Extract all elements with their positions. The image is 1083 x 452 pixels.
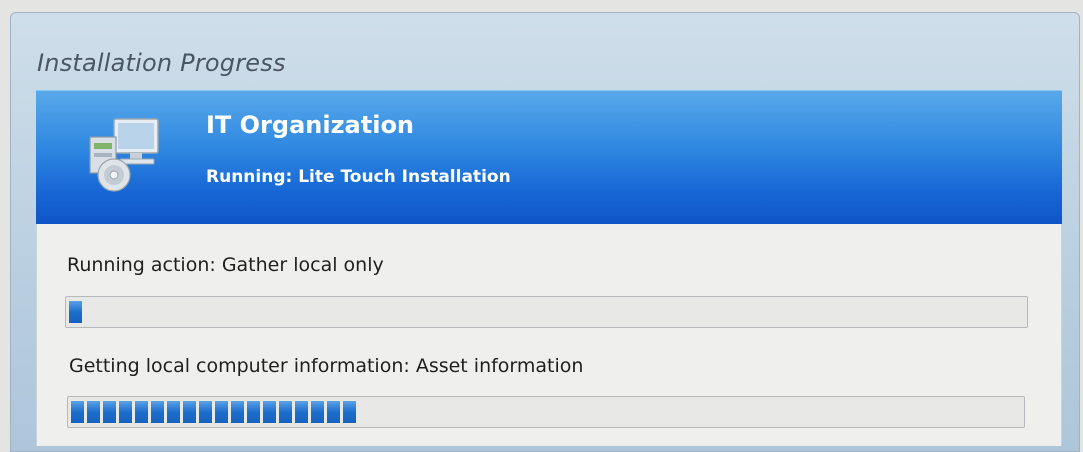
task-progress-bar xyxy=(67,396,1025,428)
progress-segment xyxy=(103,401,116,423)
progress-segment xyxy=(69,301,82,323)
running-action-label: Running action: Gather local only xyxy=(67,254,384,276)
progress-segment xyxy=(71,401,84,423)
progress-segment xyxy=(151,401,164,423)
progress-segment xyxy=(263,401,276,423)
progress-segment xyxy=(119,401,132,423)
progress-segment xyxy=(295,401,308,423)
progress-segment xyxy=(135,401,148,423)
progress-segment xyxy=(327,401,340,423)
progress-segment xyxy=(167,401,180,423)
progress-segment xyxy=(183,401,196,423)
progress-segment xyxy=(87,401,100,423)
organization-title: IT Organization xyxy=(206,111,415,139)
progress-panel: Running action: Gather local only Gettin… xyxy=(36,224,1062,446)
header-banner: IT Organization Running: Lite Touch Inst… xyxy=(36,90,1062,224)
progress-segment xyxy=(231,401,244,423)
progress-segment xyxy=(311,401,324,423)
progress-segment xyxy=(199,401,212,423)
window-title: Installation Progress xyxy=(37,49,286,77)
installation-status: Running: Lite Touch Installation xyxy=(206,167,511,187)
progress-segment xyxy=(343,401,356,423)
progress-segment xyxy=(247,401,260,423)
progress-segment xyxy=(215,401,228,423)
progress-segment xyxy=(279,401,292,423)
action-progress-bar xyxy=(65,296,1028,328)
task-status-label: Getting local computer information: Asse… xyxy=(69,355,584,377)
install-computer-icon xyxy=(89,118,159,192)
